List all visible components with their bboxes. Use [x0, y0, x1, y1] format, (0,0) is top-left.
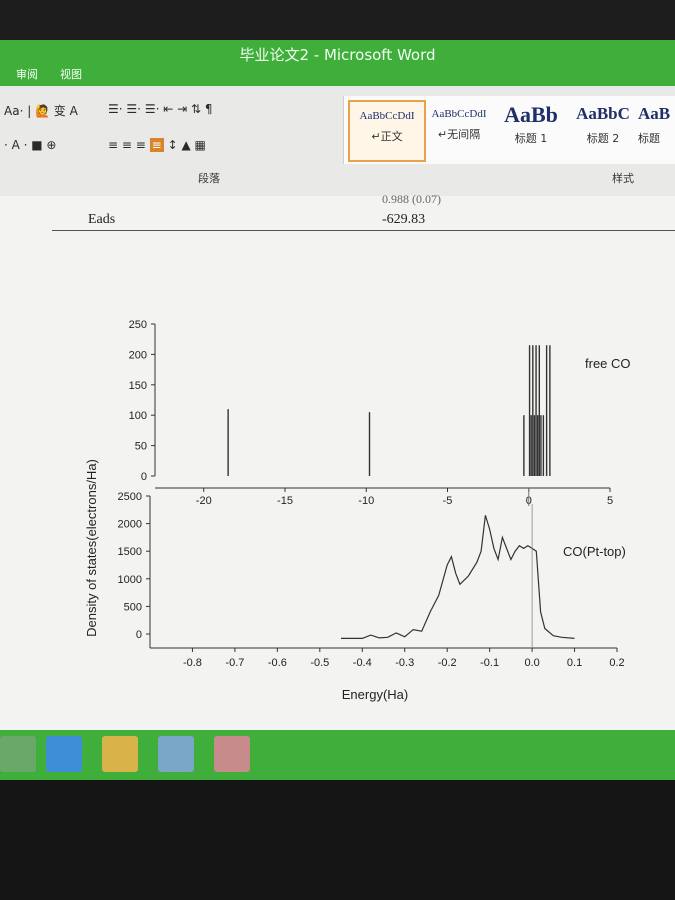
y-tick-label: 200 [129, 349, 147, 361]
menu-review[interactable]: 审阅 [16, 66, 38, 82]
pilcrow-icon[interactable]: ¶ [205, 102, 213, 116]
menu-view[interactable]: 视图 [60, 66, 82, 82]
x-tick-label: -0.5 [310, 657, 329, 669]
y-tick-label: 2000 [118, 519, 142, 531]
bullets-icon[interactable]: ☰· [108, 102, 123, 116]
multilevel-icon[interactable]: ☰· [145, 102, 160, 116]
style-sample: AaBbCcDdI [359, 110, 415, 122]
x-tick-label: -0.3 [395, 657, 414, 669]
align-left-icon[interactable]: ≡ [108, 138, 118, 152]
style-sample: AaBbCcDdI [431, 108, 487, 120]
x-tick-label: -0.7 [225, 657, 244, 669]
x-tick-label: -0.8 [183, 657, 202, 669]
word-icon[interactable] [214, 736, 250, 772]
y-tick-label: 250 [129, 319, 147, 331]
pt-top-plot: 0 500 1000 1500 2000 2500 -0.8 -0.7 -0.6 -0.5 -0.4… [118, 491, 625, 669]
y-tick-label: 0 [136, 629, 142, 641]
font-tools-row-1[interactable]: Aa· | 🙋 变 A [4, 102, 78, 119]
free-co-plot: 050100150200250-20-15-10-505 [129, 319, 613, 507]
taskbar [0, 730, 675, 780]
x-tick-label: -5 [443, 495, 453, 507]
taskbar-item[interactable] [0, 736, 36, 772]
style-no-spacing[interactable]: AaBbCcDdI ↵无间隔 [422, 100, 496, 158]
x-tick-label: 0.1 [567, 657, 582, 669]
y-tick-label: 2500 [118, 491, 142, 503]
x-tick-label: -0.6 [268, 657, 287, 669]
y-tick-label: 150 [129, 380, 147, 392]
sort-icon[interactable]: ⇅ [191, 102, 201, 116]
x-tick-label: 0.0 [524, 657, 539, 669]
style-name: 标题 1 [514, 132, 548, 145]
font-tools-row-2[interactable]: · A · ■ ⊕ [4, 138, 57, 152]
border-icon[interactable]: ▦ [195, 138, 206, 152]
y-tick-label: 500 [124, 601, 142, 613]
style-name: 标题 [638, 132, 660, 145]
style-sample: AaB [638, 104, 671, 123]
explorer-icon[interactable] [158, 736, 194, 772]
store-icon[interactable] [102, 736, 138, 772]
style-name: ↵正文 [371, 130, 403, 143]
style-heading-2[interactable]: AaBbC 标题 2 [566, 100, 640, 158]
style-sample: AaBb [504, 102, 558, 127]
style-name: ↵无间隔 [437, 128, 481, 141]
y-tick-label: 1000 [118, 574, 142, 586]
x-axis-label: Energy(Ha) [342, 687, 408, 702]
y-axis-label: Density of states(electrons/Ha) [84, 459, 99, 637]
list-tools[interactable]: ☰· ☰· ☰· ⇤ ⇥ ⇅ ¶ [108, 102, 213, 116]
style-title[interactable]: AaB 标题 [638, 100, 675, 158]
screen-bezel-bottom [0, 780, 675, 900]
align-right-icon[interactable]: ≡ [136, 138, 146, 152]
style-heading-1[interactable]: AaBb 标题 1 [494, 100, 568, 158]
dos-chart: Density of states(electrons/Ha) Energy(H… [84, 319, 631, 702]
x-tick-label: -0.2 [438, 657, 457, 669]
series-line [341, 515, 575, 639]
style-sample: AaBbC [576, 104, 630, 123]
x-tick-label: 5 [607, 495, 613, 507]
justify-icon[interactable]: ≡ [149, 138, 164, 152]
style-name: 标题 2 [586, 132, 620, 145]
align-tools[interactable]: ≡ ≡ ≡ ≡ ↕ ▲ ▦ [108, 138, 206, 152]
x-tick-label: -15 [277, 495, 293, 507]
y-tick-label: 100 [129, 410, 147, 422]
chart-2-title: CO(Pt-top) [563, 544, 626, 559]
indent-icon[interactable]: ⇤ ⇥ [163, 102, 187, 116]
menu-bar: 审阅 视图 [0, 62, 675, 86]
y-tick-label: 0 [141, 471, 147, 483]
y-tick-label: 50 [135, 441, 147, 453]
x-tick-label: -20 [196, 495, 212, 507]
x-tick-label: -0.4 [353, 657, 372, 669]
numbering-icon[interactable]: ☰· [126, 102, 141, 116]
line-spacing-icon[interactable]: ↕ [168, 138, 178, 152]
y-tick-label: 1500 [118, 546, 142, 558]
x-tick-label: 0.2 [609, 657, 624, 669]
x-tick-label: -10 [358, 495, 374, 507]
x-tick-label: -0.1 [480, 657, 499, 669]
paragraph-group-label: 段落 [198, 172, 220, 185]
screen-bezel [0, 0, 675, 40]
style-gallery: AaBbCcDdI ↵正文 AaBbCcDdI ↵无间隔 AaBb 标题 1 A… [343, 96, 675, 164]
chart-1-title: free CO [585, 356, 631, 371]
styles-group-label: 样式 [612, 172, 634, 185]
ie-icon[interactable] [46, 736, 82, 772]
align-center-icon[interactable]: ≡ [122, 138, 132, 152]
style-normal[interactable]: AaBbCcDdI ↵正文 [348, 100, 426, 162]
shading-icon[interactable]: ▲ [181, 138, 190, 152]
